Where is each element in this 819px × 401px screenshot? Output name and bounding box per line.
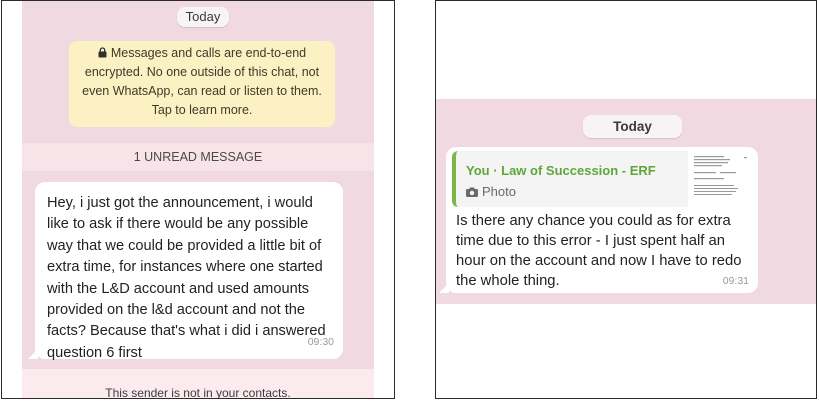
quoted-photo-thumbnail <box>688 151 752 207</box>
message-text: Hey, i just got the announcement, i woul… <box>47 195 326 361</box>
message-text: Is there any chance you could as for ext… <box>456 213 742 289</box>
message-timestamp: 09:30 <box>307 335 334 348</box>
lock-icon <box>98 47 107 58</box>
incoming-reply-message-bubble[interactable]: You · Law of Succession - ERF Photo Is t… <box>439 147 758 293</box>
right-screenshot-panel: Today You · Law of Succession - ERF Phot… <box>435 0 817 399</box>
quoted-media-text: Photo <box>482 184 516 199</box>
camera-icon <box>466 187 478 197</box>
encryption-notice-text: Messages and calls are end-to-end encryp… <box>82 46 322 117</box>
unread-messages-divider: 1 UNREAD MESSAGE <box>22 143 374 171</box>
document-thumbnail-icon <box>688 151 752 207</box>
incoming-message-bubble[interactable]: Hey, i just got the announcement, i woul… <box>28 182 343 361</box>
quoted-message[interactable]: You · Law of Succession - ERF Photo <box>452 151 752 207</box>
message-timestamp: 09:31 <box>722 275 749 287</box>
unknown-sender-notice: This sender is not in your contacts. <box>22 369 374 398</box>
chat-background: Today You · Law of Succession - ERF Phot… <box>436 99 816 304</box>
encryption-notice[interactable]: Messages and calls are end-to-end encryp… <box>69 41 335 127</box>
date-separator: Today <box>177 7 229 27</box>
chat-background: Today Messages and calls are end-to-end … <box>22 1 374 398</box>
left-screenshot-panel: Today Messages and calls are end-to-end … <box>1 0 395 399</box>
date-separator: Today <box>583 115 682 138</box>
quoted-media-label: Photo <box>466 184 516 199</box>
quoted-message-title: You · Law of Succession - ERF <box>466 163 656 178</box>
